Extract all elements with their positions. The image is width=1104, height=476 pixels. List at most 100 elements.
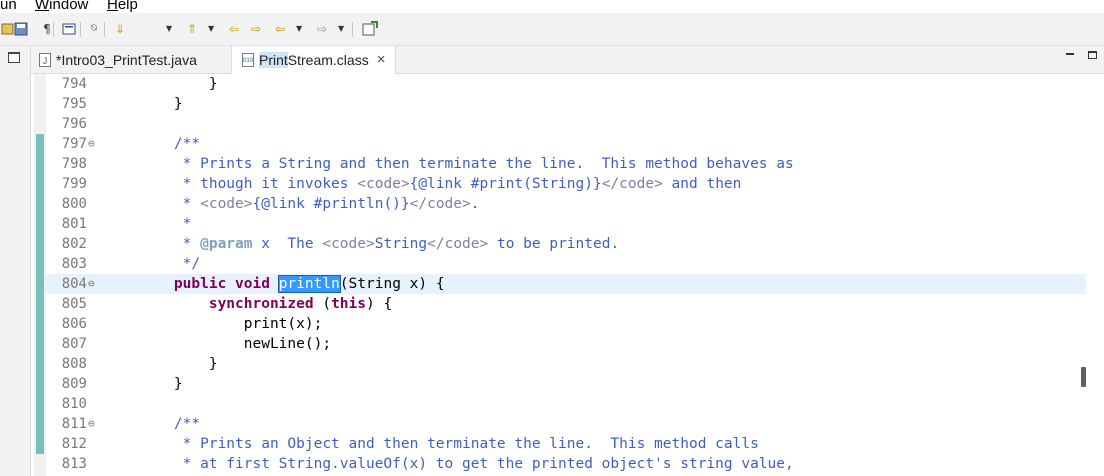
code-token: @param — [200, 236, 253, 252]
tab-intro03-printtest[interactable]: J *Intro03_PrintTest.java — [39, 46, 197, 73]
code-line[interactable]: 803 */ — [46, 254, 1086, 274]
code-line[interactable]: 810 — [46, 394, 1086, 414]
code-token: . — [470, 196, 480, 212]
code-token: {@link #println()} — [252, 196, 410, 212]
line-number: 809 — [61, 376, 87, 392]
vertical-scrollbar-thumb[interactable] — [1081, 367, 1086, 387]
code-line[interactable]: 805 synchronized (this) { — [46, 294, 1086, 314]
tab-printstream-class[interactable]: 010 Print Stream.class × — [231, 46, 397, 74]
last-edit-forward-icon[interactable]: ⇨ — [248, 21, 264, 37]
code-line[interactable]: 806 print(x); — [46, 314, 1086, 334]
tab-label-highlight: Print — [259, 52, 288, 68]
line-number: 810 — [61, 396, 87, 412]
code-line[interactable]: 800 * <code>{@link #println()}</code>. — [46, 194, 1086, 214]
code-text: public void println(String x) { — [139, 274, 445, 294]
line-number: 806 — [61, 316, 87, 332]
code-line[interactable]: 809 } — [46, 374, 1086, 394]
code-token: </code> — [601, 176, 663, 192]
forward-dropdown[interactable]: ▼ — [338, 21, 344, 37]
code-text: */ — [139, 254, 200, 274]
code-text: } — [139, 94, 183, 114]
code-line[interactable]: 797 ⊖ /** — [46, 134, 1086, 154]
maximize-icon[interactable] — [1088, 51, 1097, 59]
fold-toggle-icon[interactable]: ⊖ — [88, 414, 95, 434]
tab-label: *Intro03_PrintTest.java — [56, 51, 197, 68]
menu-bar: un Window Help — [0, 0, 1104, 13]
next-annotation-icon[interactable]: ⇓ — [112, 21, 128, 37]
code-token: * — [139, 216, 192, 232]
line-number: 798 — [61, 156, 87, 172]
toolbar-separator — [80, 22, 81, 37]
line-number: 804 — [61, 276, 87, 292]
toolbar-separator — [53, 22, 54, 37]
code-token: /** — [139, 136, 201, 152]
code-token: and then — [662, 176, 742, 192]
toolbar-separator — [104, 22, 105, 37]
minimize-icon[interactable] — [1066, 53, 1074, 55]
code-text: * though it invokes <code>{@link #print(… — [139, 174, 742, 194]
code-token: <code> — [200, 196, 253, 212]
code-line[interactable]: 802 * @param x The <code>String</code> t… — [46, 234, 1086, 254]
menu-help[interactable]: Help — [107, 0, 138, 13]
skip-breakpoints-icon[interactable]: ⍉ — [86, 21, 102, 37]
next-annotation-dropdown[interactable]: ▼ — [166, 21, 172, 37]
fold-toggle-icon[interactable]: ⊖ — [88, 274, 95, 294]
fold-toggle-icon[interactable]: ⊖ — [88, 134, 95, 154]
code-token: </code> — [409, 196, 471, 212]
last-edit-location-icon[interactable]: ⇦ — [226, 21, 242, 37]
save-icon[interactable] — [13, 21, 29, 37]
code-token: /** — [139, 416, 201, 432]
code-line[interactable]: 808 } — [46, 354, 1086, 374]
class-file-icon: 010 — [242, 53, 254, 67]
code-line[interactable]: 794 } — [46, 74, 1086, 94]
code-token: ( — [313, 296, 332, 312]
back-icon[interactable]: ⇦ — [272, 21, 288, 37]
code-line[interactable]: 796 — [46, 114, 1086, 134]
code-token: ) { — [366, 296, 393, 312]
code-line[interactable]: 795 } — [46, 94, 1086, 114]
back-dropdown[interactable]: ▼ — [296, 21, 302, 37]
main-toolbar: ¶ ⍉ ⇓ ▼ ⇑ ▼ ⇦ ⇨ ⇦ ▼ ⇨ ▼ — [0, 13, 1104, 46]
editor-tab-bar: J *Intro03_PrintTest.java 010 Print Strea… — [31, 46, 1104, 74]
new-task-icon[interactable] — [362, 21, 378, 37]
menu-window-rest: indow — [49, 0, 89, 13]
console-icon[interactable] — [61, 21, 77, 37]
code-line[interactable]: 798 * Prints a String and then terminate… — [46, 154, 1086, 174]
line-number: 812 — [61, 436, 87, 452]
previous-annotation-dropdown[interactable]: ▼ — [208, 21, 214, 37]
code-line[interactable]: 812 * Prints an Object and then terminat… — [46, 434, 1086, 454]
code-line[interactable]: 801 * — [46, 214, 1086, 234]
code-line[interactable]: 811 ⊖ /** — [46, 414, 1086, 434]
code-line[interactable]: 813 * at first String.valueOf(x) to get … — [46, 454, 1086, 474]
code-token: void — [235, 276, 270, 292]
restore-icon[interactable] — [8, 52, 20, 63]
close-icon[interactable]: × — [377, 52, 386, 67]
code-text: synchronized (this) { — [139, 294, 392, 314]
code-text: * <code>{@link #println()}</code>. — [139, 194, 480, 214]
code-token: } — [139, 96, 183, 112]
code-token: (String x) { — [339, 276, 445, 292]
line-number: 808 — [61, 356, 87, 372]
code-token: print(x); — [139, 316, 323, 332]
code-line[interactable]: 799 * though it invokes <code>{@link #pr… — [46, 174, 1086, 194]
code-token: public — [173, 276, 227, 292]
code-text: /** — [139, 134, 200, 154]
code-token: */ — [139, 256, 201, 272]
code-token: * at first String.valueOf(x) to get the … — [139, 456, 794, 472]
line-number: 813 — [61, 456, 87, 472]
code-editor[interactable]: 794 } 795 } 796 797 ⊖ /** 798 * Prints a Stri… — [31, 74, 1104, 476]
line-number: 811 — [61, 416, 87, 432]
forward-icon[interactable]: ⇨ — [314, 21, 330, 37]
code-line[interactable]: 804 ⊖ public void println(String x) { — [46, 274, 1086, 294]
code-text: * Prints a String and then terminate the… — [139, 154, 794, 174]
line-number: 795 — [61, 96, 87, 112]
line-number: 803 — [61, 256, 87, 272]
menu-run[interactable]: un — [0, 0, 17, 13]
code-text: newLine(); — [139, 334, 331, 354]
menu-help-mnemonic: H — [107, 0, 118, 13]
previous-annotation-icon[interactable]: ⇑ — [184, 21, 200, 37]
code-line[interactable]: 807 newLine(); — [46, 334, 1086, 354]
menu-window[interactable]: Window — [35, 0, 88, 13]
code-text: * Prints an Object and then terminate th… — [139, 434, 759, 454]
